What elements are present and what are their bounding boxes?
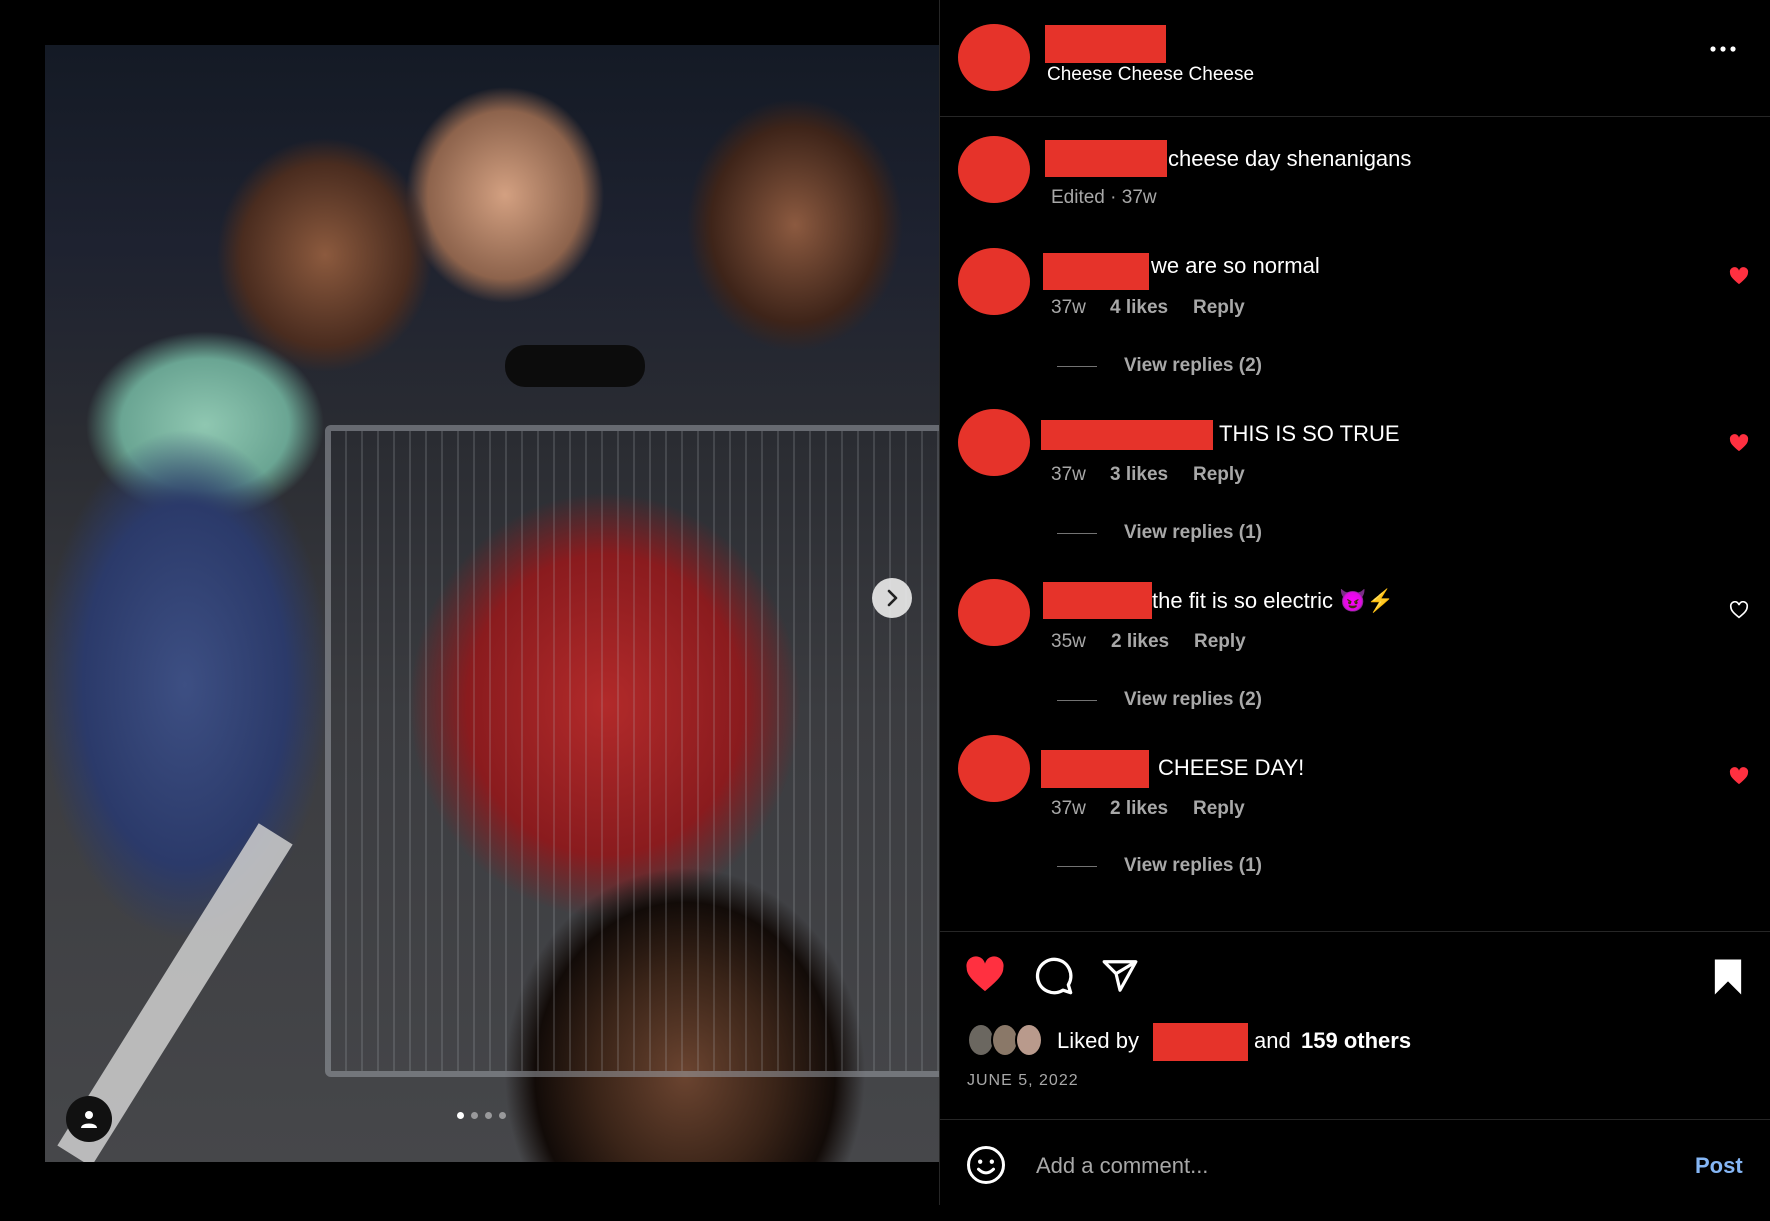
comment-like-heart-icon[interactable] [1729,434,1749,452]
liker-avatar[interactable] [1015,1023,1043,1057]
comment-avatar[interactable] [958,735,1030,802]
comment-avatar[interactable] [958,409,1030,476]
panel-divider [939,0,940,1205]
more-options-button[interactable] [1710,40,1736,58]
view-replies-button[interactable]: View replies (2) [1124,689,1262,711]
comment-username-redacted[interactable] [1041,750,1149,788]
carousel-indicator [457,1112,506,1119]
more-horizontal-icon [1710,46,1736,52]
comment-username-redacted[interactable] [1043,582,1152,619]
author-subtitle[interactable]: Cheese Cheese Cheese [1047,64,1254,86]
liked-by-username-redacted[interactable] [1153,1023,1248,1061]
share-paper-plane-icon[interactable] [1100,957,1140,995]
comment-age[interactable]: 35w [1051,631,1086,653]
comment-username-redacted[interactable] [1041,420,1213,450]
actions-divider [940,931,1770,932]
chevron-right-icon [887,589,898,607]
bookmark-icon[interactable] [1713,958,1743,996]
shopping-cart [325,425,939,1077]
composer-divider [940,1119,1770,1120]
next-slide-button[interactable] [872,578,912,618]
carousel-dot [457,1112,464,1119]
post-date[interactable]: JUNE 5, 2022 [967,1072,1079,1090]
comment-age[interactable]: 37w [1051,297,1086,319]
comment-age[interactable]: 37w [1051,464,1086,486]
comment-age[interactable]: 37w [1051,798,1086,820]
comment-text: we are so normal [1151,253,1320,278]
comment-avatar[interactable] [958,579,1030,646]
sunglasses [505,345,645,387]
reply-line [1057,866,1097,867]
comment-avatar[interactable] [958,248,1030,315]
comment-like-heart-icon[interactable] [1729,267,1749,285]
header-divider [940,116,1770,117]
carousel-dot [485,1112,492,1119]
comment-text: THIS IS SO TRUE [1219,421,1400,446]
user-icon [81,1111,97,1128]
author-avatar[interactable] [958,24,1030,91]
carousel-dot [471,1112,478,1119]
view-replies-button[interactable]: View replies (2) [1124,355,1262,377]
comment-text: the fit is so electric 😈⚡ [1152,588,1394,613]
comment-likes[interactable]: 2 likes [1110,798,1168,820]
post-comment-button[interactable]: Post [1695,1153,1743,1179]
emoji-smiley-icon[interactable] [966,1145,1006,1185]
comment-like-heart-outline-icon[interactable] [1729,601,1749,619]
comment-reply-button[interactable]: Reply [1193,297,1245,319]
comment-reply-button[interactable]: Reply [1193,798,1245,820]
comment-text: CHEESE DAY! [1158,755,1305,780]
caption-meta: Edited · 37w [1051,187,1157,208]
comment-reply-button[interactable]: Reply [1194,631,1246,653]
comment-like-heart-icon[interactable] [1729,767,1749,785]
liked-by-and: and [1254,1028,1291,1053]
reply-line [1057,533,1097,534]
comment-input[interactable] [1034,1149,1658,1183]
caption-username-redacted[interactable] [1045,140,1167,177]
post-photo[interactable] [45,45,939,1162]
author-username-redacted[interactable] [1045,25,1166,63]
liked-by-label: Liked by [1057,1028,1139,1053]
reply-line [1057,366,1097,367]
view-replies-button[interactable]: View replies (1) [1124,522,1262,544]
comment-username-redacted[interactable] [1043,253,1149,290]
tagged-users-button[interactable] [66,1096,112,1142]
comment-reply-button[interactable]: Reply [1193,464,1245,486]
comment-likes[interactable]: 4 likes [1110,297,1168,319]
caption-text: cheese day shenanigans [1168,146,1412,171]
comment-likes[interactable]: 2 likes [1111,631,1169,653]
comment-likes[interactable]: 3 likes [1110,464,1168,486]
comment-bubble-icon[interactable] [1034,956,1074,996]
carousel-dot [499,1112,506,1119]
reply-line [1057,700,1097,701]
like-heart-icon[interactable] [965,956,1005,993]
view-replies-button[interactable]: View replies (1) [1124,855,1262,877]
liked-by-others-link[interactable]: 159 others [1301,1028,1411,1054]
caption-avatar[interactable] [958,136,1030,203]
